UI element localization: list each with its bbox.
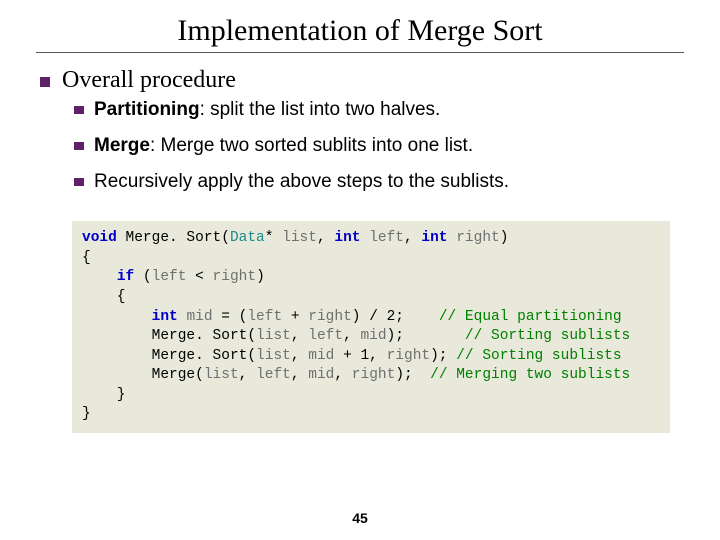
bullet-level2-list: Partitioning: split the list into two ha… — [74, 98, 684, 193]
slide: Implementation of Merge Sort Overall pro… — [0, 0, 720, 540]
page-number: 45 — [0, 510, 720, 526]
slide-title: Implementation of Merge Sort — [36, 14, 684, 48]
code-block: void Merge. Sort(Data* list, int left, i… — [72, 221, 670, 433]
bullet-square-icon — [40, 77, 50, 87]
list-item-text: Partitioning: split the list into two ha… — [94, 98, 440, 122]
list-item-text: Merge: Merge two sorted sublits into one… — [94, 134, 473, 158]
bullet-level1: Overall procedure Partitioning: split th… — [40, 67, 684, 193]
bullet-square-icon — [74, 106, 84, 114]
bullet-square-icon — [74, 142, 84, 150]
list-item: Partitioning: split the list into two ha… — [74, 98, 684, 122]
list-item-text: Recursively apply the above steps to the… — [94, 170, 509, 194]
bullet-square-icon — [74, 178, 84, 186]
bullet-level1-text: Overall procedure — [62, 67, 236, 94]
list-item: Recursively apply the above steps to the… — [74, 170, 684, 194]
list-item: Merge: Merge two sorted sublits into one… — [74, 134, 684, 158]
title-rule — [36, 52, 684, 53]
